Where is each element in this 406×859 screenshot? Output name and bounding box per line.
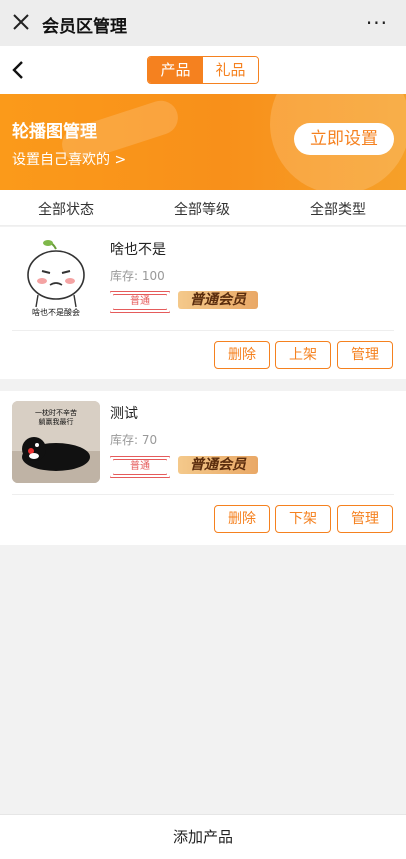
filter-status[interactable]: 全部状态 [38,199,94,219]
banner-subtitle-link[interactable]: 设置自己喜欢的 > [12,149,126,169]
product-name: 啥也不是 [110,242,166,258]
product-card: 一枕时不辛苦躺赢我最行 测试 库存: 70 普通 普通会员 删除 下架 管理 [0,391,406,545]
divider [12,494,394,495]
sticker-character-image: 啥也不是酸会 [27,240,85,317]
setup-now-button[interactable]: 立即设置 [294,123,394,155]
level-badge: 普通 [110,456,170,478]
product-thumbnail[interactable]: 啥也不是酸会 [12,235,100,317]
more-menu-icon[interactable]: ··· [366,11,388,35]
member-tag: 普通会员 [178,291,258,309]
list-button[interactable]: 上架 [275,341,331,369]
filter-level[interactable]: 全部等级 [174,199,230,219]
tab-switch: 产品 礼品 [147,56,259,84]
member-tag: 普通会员 [178,456,258,474]
banner-title: 轮播图管理 [12,122,97,142]
level-badge: 普通 [110,291,170,313]
filter-type[interactable]: 全部类型 [310,199,366,219]
kumamon-photo-image: 一枕时不辛苦躺赢我最行 [12,401,100,483]
title-bar: 会员区管理 ··· [0,0,406,46]
back-icon[interactable] [10,60,26,80]
thumb-caption: 啥也不是酸会 [32,307,80,317]
tab-gifts[interactable]: 礼品 [203,57,258,83]
product-thumbnail[interactable]: 一枕时不辛苦躺赢我最行 [12,401,100,483]
tab-products[interactable]: 产品 [148,57,203,83]
carousel-banner: 轮播图管理 设置自己喜欢的 > 立即设置 [0,94,406,190]
page-title: 会员区管理 [42,17,127,37]
close-icon[interactable] [12,13,30,31]
filter-bar: 全部状态 全部等级 全部类型 [0,190,406,226]
product-stock: 库存: 100 [110,269,165,283]
sub-navigation: 产品 礼品 [0,46,406,94]
delete-button[interactable]: 删除 [214,341,270,369]
product-name: 测试 [110,406,138,422]
unlist-button[interactable]: 下架 [275,505,331,533]
delete-button[interactable]: 删除 [214,505,270,533]
add-product-button[interactable]: 添加产品 [0,814,406,859]
product-stock: 库存: 70 [110,433,158,447]
manage-button[interactable]: 管理 [337,341,393,369]
product-card: 啥也不是酸会 啥也不是 库存: 100 普通 普通会员 删除 上架 管理 [0,227,406,379]
manage-button[interactable]: 管理 [337,505,393,533]
divider [12,330,394,331]
